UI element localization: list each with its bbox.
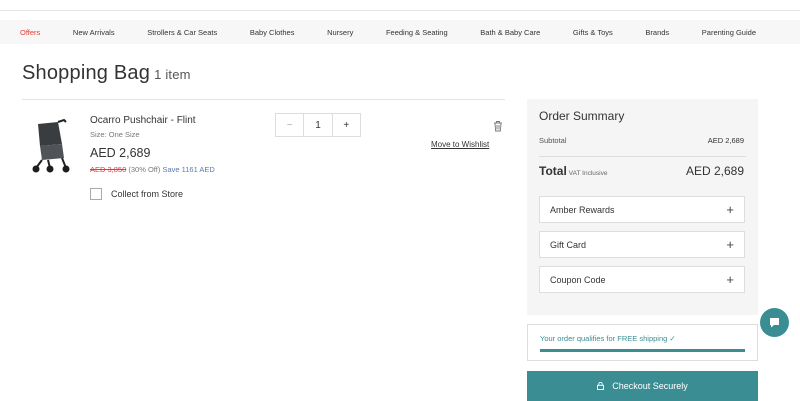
stroller-icon[interactable] [28,118,72,174]
product-price-details: AED 3,850 (30% Off) Save 1161 AED [90,165,215,174]
shipping-notice: Your order qualifies for FREE shipping ✓ [527,324,758,361]
cart-divider [22,99,505,100]
nav-item-feeding-seating[interactable]: Feeding & Seating [386,28,448,37]
checkout-label: Checkout Securely [612,381,688,391]
page-title-text: Shopping Bag [22,62,151,84]
product-size: Size: One Size [90,130,140,139]
top-divider [0,10,800,11]
subtotal-value: AED 2,689 [707,136,744,145]
coupon-code-label: Coupon Code [550,274,606,285]
discount-percent: (30% Off) [128,165,161,174]
nav-item-baby-clothes[interactable]: Baby Clothes [250,28,295,37]
amber-rewards-label: Amber Rewards [550,204,615,215]
total-value: AED 2,689 [685,164,744,178]
decrease-quantity-button[interactable]: − [276,114,305,136]
original-price: AED 3,850 [90,165,127,174]
collect-label: Collect from Store [111,189,184,199]
quantity-value[interactable]: 1 [304,114,331,136]
nav-item-strollers-car-seats[interactable]: Strollers & Car Seats [147,28,217,37]
item-count: 1 item [154,67,191,82]
nav-item-parenting-guide[interactable]: Parenting Guide [702,28,756,37]
nav-item-brands[interactable]: Brands [645,28,669,37]
total-label: Total [539,164,567,178]
chat-icon [770,318,779,328]
summary-divider [539,156,746,157]
quantity-stepper[interactable]: − 1 + [275,113,361,137]
page-title: Shopping Bag 1 item [22,62,191,85]
trash-icon[interactable] [493,120,503,132]
total-label-group: Total VAT Inclusive [539,164,607,178]
savings-amount: Save 1161 AED [162,165,215,174]
plus-icon[interactable]: + [726,272,734,287]
increase-quantity-button[interactable]: + [331,114,360,136]
gift-card-label: Gift Card [550,239,587,250]
nav-item-bath-baby-care[interactable]: Bath & Baby Care [480,28,540,37]
lock-icon [597,382,605,390]
nav-item-nursery[interactable]: Nursery [327,28,353,37]
vat-inclusive-note: VAT Inclusive [568,170,608,177]
subtotal-label: Subtotal [539,136,567,145]
nav-item-offers[interactable]: Offers [20,28,40,37]
order-summary-title: Order Summary [539,109,625,123]
shipping-progress-bar [540,349,745,352]
move-to-wishlist-link[interactable]: Move to Wishlist [431,140,489,149]
free-shipping-text: Your order qualifies for FREE shipping ✓ [540,334,676,343]
checkout-button[interactable]: Checkout Securely [527,371,758,401]
category-nav: Offers New Arrivals Strollers & Car Seat… [0,20,800,44]
plus-icon[interactable]: + [726,202,734,217]
order-summary-panel: Order Summary Subtotal AED 2,689 Total VA… [527,99,758,315]
amber-rewards-accordion[interactable]: Amber Rewards + [539,196,745,223]
product-price: AED 2,689 [90,146,151,160]
coupon-code-accordion[interactable]: Coupon Code + [539,266,745,293]
product-name[interactable]: Ocarro Pushchair - Flint [90,115,196,126]
nav-item-gifts-toys[interactable]: Gifts & Toys [573,28,613,37]
nav-item-new-arrivals[interactable]: New Arrivals [73,28,115,37]
plus-icon[interactable]: + [726,237,734,252]
collect-from-store[interactable]: Collect from Store [90,188,183,200]
chat-button[interactable] [760,308,789,337]
collect-checkbox[interactable] [90,188,102,200]
gift-card-accordion[interactable]: Gift Card + [539,231,745,258]
